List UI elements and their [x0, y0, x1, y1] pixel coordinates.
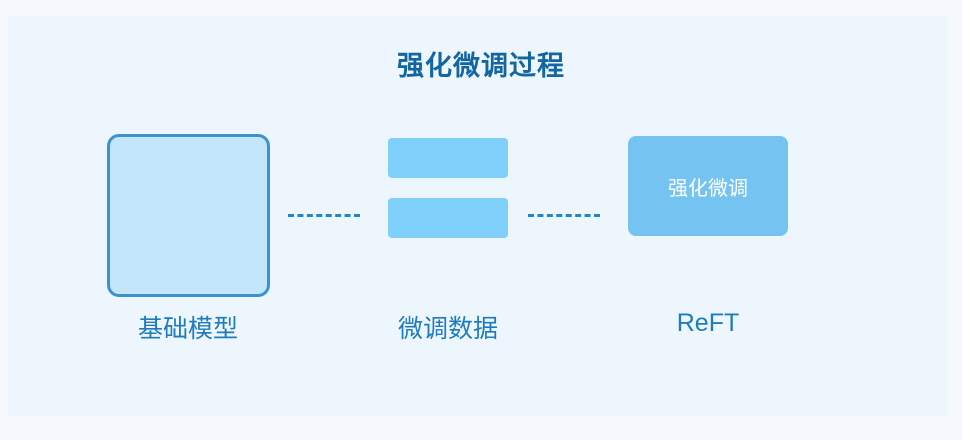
reft-box: 强化微调 — [628, 136, 788, 236]
diagram-title: 强化微调过程 — [397, 51, 565, 82]
reft-label: ReFT — [676, 309, 740, 337]
base-model-label: 基础模型 — [137, 314, 238, 343]
reft-box-label: 强化微调 — [668, 175, 748, 200]
base-model-box — [107, 134, 270, 297]
dashed-connector-2 — [528, 214, 600, 217]
finetune-data-label: 微调数据 — [397, 314, 498, 343]
finetune-data-bar-top — [388, 138, 508, 178]
dashed-connector-1 — [288, 214, 360, 217]
finetune-data-bar-bottom — [388, 198, 508, 238]
